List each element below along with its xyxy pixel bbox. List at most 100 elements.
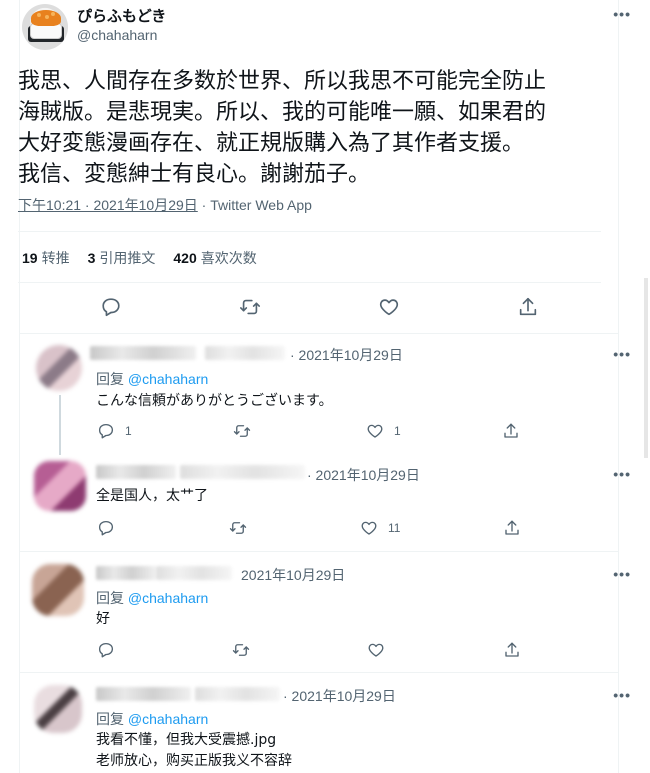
share-icon: [504, 423, 518, 438]
share-icon: [505, 520, 519, 535]
tweet-stats: 19 转推 3 引用推文 420 喜欢次数: [22, 248, 257, 268]
heart-icon: [379, 299, 399, 316]
quotes-count: 3: [87, 250, 96, 266]
reply-text-line: 我看不懂，但我大受震撼.jpg: [96, 732, 277, 748]
reply-to-handle[interactable]: @chahaharn: [128, 371, 208, 387]
tweet-text-line: 我思、人間存在多数於世界、所以我思不可能完全防止: [18, 69, 547, 94]
blurred-handle: [205, 346, 285, 360]
reply-to-label: 回复: [96, 711, 128, 727]
blurred-handle: [195, 687, 280, 701]
retweet-icon: [240, 299, 260, 315]
thread-line: [59, 395, 61, 455]
author-handle[interactable]: @chahaharn: [77, 27, 157, 43]
reply-text: 好: [96, 611, 110, 627]
heart-icon: [368, 643, 384, 657]
reply-icon: [98, 520, 114, 536]
tweet-meta: 下午10:21 · 2021年10月29日 · Twitter Web App: [18, 195, 312, 215]
reply-tweet[interactable]: 2021年10月29日 ••• 回复 @chahaharn 好: [0, 552, 650, 670]
sushi-topping: [31, 10, 61, 26]
reply-to-handle[interactable]: @chahaharn: [128, 711, 208, 727]
reply-tweet[interactable]: · 2021年10月29日 ••• 回复 @chahaharn こんな信頼があり…: [0, 333, 650, 455]
reply-button[interactable]: 1: [97, 422, 132, 440]
reply-date[interactable]: · 2021年10月29日: [283, 686, 396, 706]
like-button[interactable]: 11: [360, 519, 400, 537]
reply-to-label: 回复: [96, 590, 128, 606]
share-icon: [519, 297, 537, 316]
reply-button[interactable]: [97, 641, 115, 659]
heart-icon: [361, 521, 377, 535]
retweet-button[interactable]: [232, 422, 252, 440]
quotes-label: 引用推文: [99, 250, 156, 266]
reply-button[interactable]: [100, 296, 122, 318]
reply-tweet[interactable]: · 2021年10月29日 ••• 回复 @chahaharn 我看不懂，但我大…: [0, 673, 650, 773]
avatar[interactable]: [36, 345, 82, 391]
like-button[interactable]: [378, 296, 400, 318]
tweet-source[interactable]: Twitter Web App: [210, 197, 312, 213]
share-button[interactable]: [503, 519, 521, 537]
meta-separator: ·: [197, 197, 211, 213]
reply-tweet[interactable]: · 2021年10月29日 ••• 全是国人，太艹了 11: [0, 451, 650, 551]
blurred-display-name: [90, 346, 196, 360]
retweet-button[interactable]: [228, 519, 248, 537]
reply-to: 回复 @chahaharn: [96, 588, 208, 608]
reply-to-handle[interactable]: @chahaharn: [128, 590, 208, 606]
share-button[interactable]: [502, 422, 520, 440]
blurred-display-name: [96, 687, 191, 701]
share-button[interactable]: [503, 641, 521, 659]
retweet-icon: [233, 425, 251, 437]
more-icon[interactable]: •••: [613, 466, 631, 482]
reply-to-label: 回复: [96, 371, 128, 387]
tweet-text-line: 我信、変態紳士有良心。謝謝茄子。: [18, 162, 371, 187]
reply-text: 全是国人，太艹了: [96, 488, 208, 504]
reply-to: 回复 @chahaharn: [96, 369, 208, 389]
tweet-text: 我思、人間存在多数於世界、所以我思不可能完全防止 海賊版。是悲現実。所以、我的可…: [18, 66, 603, 190]
retweets-count: 19: [22, 250, 38, 266]
more-icon[interactable]: •••: [613, 687, 631, 703]
blurred-handle: [180, 465, 305, 479]
likes-stat[interactable]: 420 喜欢次数: [173, 248, 256, 268]
reply-icon: [98, 642, 114, 658]
reply-button[interactable]: [97, 519, 115, 537]
tweet-action-bar: [0, 296, 650, 320]
like-button[interactable]: [367, 641, 385, 659]
reply-text: 我看不懂，但我大受震撼.jpg 老师放心，购买正版我义不容辞: [96, 730, 292, 772]
retweet-icon: [232, 644, 250, 656]
retweet-button[interactable]: [238, 296, 262, 318]
reply-to: 回复 @chahaharn: [96, 709, 208, 729]
reply-date[interactable]: · 2021年10月29日: [290, 345, 403, 365]
author-display-name[interactable]: ぴらふもどき: [77, 5, 166, 26]
reply-text-line: 老师放心，购买正版我义不容辞: [96, 753, 292, 769]
blurred-display-name: [96, 566, 156, 580]
likes-label: 喜欢次数: [200, 250, 257, 266]
heart-icon: [367, 424, 383, 438]
share-icon: [505, 642, 519, 657]
tweet-timestamp-link[interactable]: 下午10:21 · 2021年10月29日: [18, 197, 198, 213]
more-icon[interactable]: •••: [613, 6, 631, 22]
more-icon[interactable]: •••: [613, 346, 631, 362]
avatar[interactable]: [34, 685, 82, 733]
author-avatar[interactable]: [22, 4, 68, 50]
blurred-handle: [156, 566, 232, 580]
reply-date[interactable]: 2021年10月29日: [241, 565, 345, 585]
avatar[interactable]: [32, 564, 84, 616]
reply-text: こんな信頼がありがとうございます。: [96, 393, 333, 409]
quotes-stat[interactable]: 3 引用推文: [88, 248, 156, 268]
reply-icon: [98, 423, 114, 439]
share-button[interactable]: [517, 296, 539, 318]
more-icon[interactable]: •••: [613, 566, 631, 582]
avatar[interactable]: [34, 461, 86, 511]
retweet-button[interactable]: [231, 641, 251, 659]
retweets-label: 转推: [41, 250, 70, 266]
blurred-display-name: [96, 465, 176, 479]
reply-icon: [102, 298, 120, 317]
reply-date[interactable]: · 2021年10月29日: [307, 465, 420, 485]
retweets-stat[interactable]: 19 转推: [22, 248, 70, 268]
like-count: 1: [394, 424, 401, 438]
tweet-text-line: 海賊版。是悲現実。所以、我的可能唯一願、如果君的: [18, 100, 547, 125]
like-count: 11: [388, 521, 401, 535]
likes-count: 420: [173, 250, 197, 266]
reply-count: 1: [125, 424, 132, 438]
tweet-text-line: 大好変態漫画存在、就正規版購入為了其作者支援。: [18, 131, 525, 156]
like-button[interactable]: 1: [366, 422, 401, 440]
divider: [18, 282, 601, 283]
